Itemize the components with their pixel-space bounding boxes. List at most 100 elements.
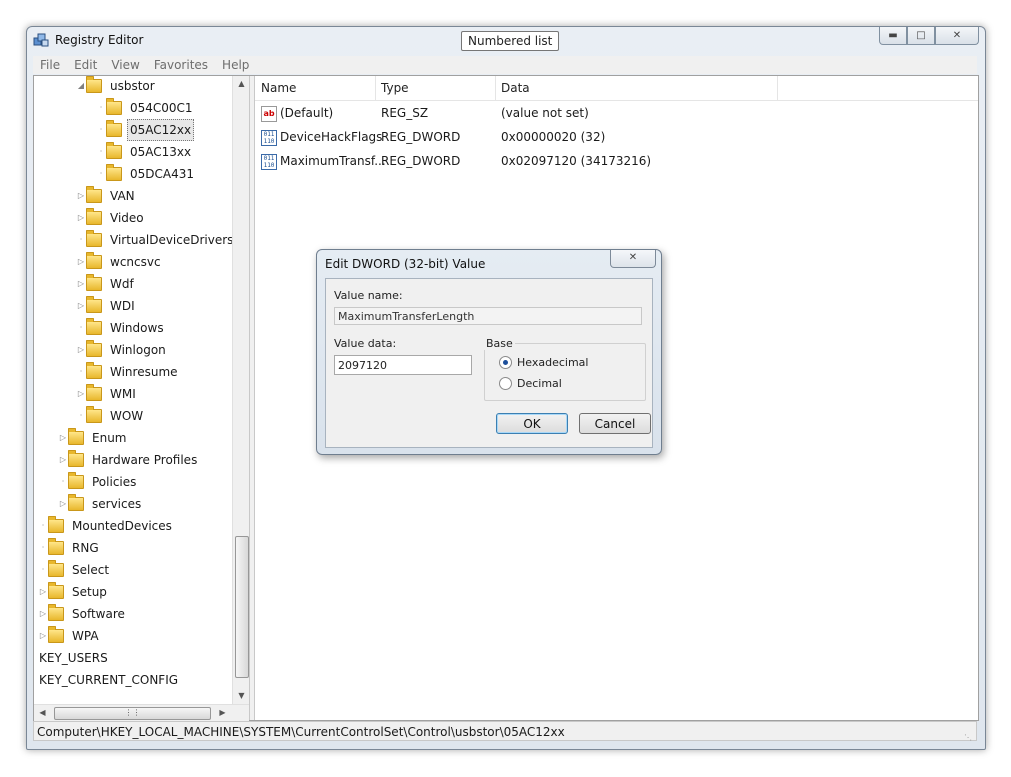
tree-item-label: VAN xyxy=(110,189,135,203)
radio-checked-icon xyxy=(499,356,512,369)
folder-icon xyxy=(48,560,64,577)
collapsed-arrow-icon[interactable]: ▷ xyxy=(38,604,48,624)
tree-item[interactable]: · Select xyxy=(38,560,112,580)
scroll-down-icon[interactable]: ▼ xyxy=(233,688,250,704)
value-data: 0x02097120 (34173216) xyxy=(501,154,652,168)
folder-icon xyxy=(48,516,64,533)
collapsed-arrow-icon[interactable]: ▷ xyxy=(58,450,68,470)
tree-item[interactable]: ▷ services xyxy=(58,494,144,514)
collapsed-arrow-icon[interactable]: ▷ xyxy=(76,186,86,206)
column-header-type[interactable]: Type xyxy=(375,76,496,100)
collapsed-arrow-icon[interactable]: ▷ xyxy=(58,428,68,448)
window-title: Registry Editor xyxy=(55,33,144,47)
binary-value-icon: 011 110 xyxy=(261,153,277,170)
folder-icon xyxy=(86,362,102,379)
folder-icon xyxy=(48,626,64,643)
tree-item[interactable]: ▷ Setup xyxy=(38,582,110,602)
folder-icon xyxy=(86,274,102,291)
collapsed-arrow-icon[interactable]: ▷ xyxy=(76,208,86,228)
registry-editor-icon xyxy=(33,33,49,47)
scroll-right-icon[interactable]: ▶ xyxy=(214,705,231,721)
value-data-input[interactable]: 2097120 xyxy=(334,355,472,375)
collapsed-arrow-icon[interactable]: ▷ xyxy=(58,494,68,514)
folder-icon xyxy=(68,494,84,511)
collapsed-arrow-icon[interactable]: ▷ xyxy=(38,582,48,602)
folder-icon xyxy=(48,604,64,621)
scroll-thumb-horizontal[interactable]: ⋮⋮ xyxy=(54,707,211,720)
collapsed-arrow-icon[interactable]: ▷ xyxy=(76,274,86,294)
tree-horizontal-scrollbar[interactable]: ◀ ⋮⋮ ▶ xyxy=(34,704,249,721)
tree-item-label: WDI xyxy=(110,299,135,313)
scroll-left-icon[interactable]: ◀ xyxy=(34,705,51,721)
tree-item[interactable]: · 05AC13xx xyxy=(96,142,194,162)
tree-item[interactable]: · VirtualDeviceDrivers xyxy=(76,230,232,250)
tree-item[interactable]: · 05DCA431 xyxy=(96,164,197,184)
tree-item-label: WPA xyxy=(72,629,99,643)
tree-item[interactable]: ▷ Wdf xyxy=(76,274,137,294)
collapsed-arrow-icon[interactable]: ▷ xyxy=(76,252,86,272)
value-data-label: Value data: xyxy=(334,337,397,350)
menu-favorites[interactable]: Favorites xyxy=(147,58,215,72)
tree-item[interactable]: ▷ WMI xyxy=(76,384,139,404)
base-label: Base xyxy=(484,337,515,350)
tree-item[interactable]: ▷ Hardware Profiles xyxy=(58,450,200,470)
tree-item[interactable]: ▷ VAN xyxy=(76,186,138,206)
value-data: 0x00000020 (32) xyxy=(501,130,606,144)
tree-item-label: 05DCA431 xyxy=(130,167,195,181)
tree-item[interactable]: · Windows xyxy=(76,318,167,338)
registry-tree: ◢ usbstor · 054C00C1 · 05AC12xx · 05AC13xx · 05DC… xyxy=(34,76,232,704)
title-bar[interactable]: Registry Editor Numbered list ▬ □ ✕ xyxy=(27,27,985,55)
folder-icon xyxy=(86,340,102,357)
dialog-close-button[interactable]: ✕ xyxy=(610,250,656,268)
expanded-arrow-icon[interactable]: ◢ xyxy=(76,76,86,96)
hexadecimal-radio[interactable]: Hexadecimal xyxy=(499,356,588,369)
tree-item[interactable]: KEY_CURRENT_CONFIG xyxy=(36,670,181,690)
resize-grip-icon[interactable]: ⋱ xyxy=(964,728,974,742)
decimal-radio[interactable]: Decimal xyxy=(499,377,562,390)
tree-item-label: Software xyxy=(72,607,125,621)
value-name: MaximumTransf... xyxy=(280,154,386,168)
menu-file[interactable]: File xyxy=(33,58,67,72)
tree-item-label: wcncsvc xyxy=(110,255,161,269)
scroll-thumb[interactable] xyxy=(235,536,249,678)
collapsed-arrow-icon[interactable]: ▷ xyxy=(76,384,86,404)
tree-item[interactable]: ▷ Winlogon xyxy=(76,340,169,360)
tree-item[interactable]: ▷ Software xyxy=(38,604,128,624)
status-bar: Computer\HKEY_LOCAL_MACHINE\SYSTEM\Curre… xyxy=(33,721,977,742)
menu-help[interactable]: Help xyxy=(215,58,256,72)
scroll-up-icon[interactable]: ▲ xyxy=(233,76,250,92)
column-header-data[interactable]: Data xyxy=(495,76,778,100)
collapsed-arrow-icon[interactable]: ▷ xyxy=(76,340,86,360)
maximize-button[interactable]: □ xyxy=(907,27,935,45)
base-group: Hexadecimal Decimal xyxy=(484,343,646,401)
collapsed-arrow-icon[interactable]: ▷ xyxy=(76,296,86,316)
tree-item[interactable]: · 054C00C1 xyxy=(96,98,196,118)
tree-item[interactable]: ▷ Enum xyxy=(58,428,129,448)
cancel-button[interactable]: Cancel xyxy=(579,413,651,434)
menu-view[interactable]: View xyxy=(104,58,146,72)
tree-item[interactable]: ◢ usbstor xyxy=(76,76,158,96)
tree-item[interactable]: ▷ Video xyxy=(76,208,147,228)
value-type: REG_DWORD xyxy=(381,154,461,168)
tree-item-label: usbstor xyxy=(110,79,155,93)
tree-vertical-scrollbar[interactable]: ▲ ▼ xyxy=(232,76,250,704)
tree-item[interactable]: · Policies xyxy=(58,472,139,492)
value-name: (Default) xyxy=(280,106,334,120)
column-header-name[interactable]: Name xyxy=(255,76,376,100)
menu-edit[interactable]: Edit xyxy=(67,58,104,72)
tree-item[interactable]: ▷ WDI xyxy=(76,296,138,316)
tree-item[interactable]: · 05AC12xx xyxy=(96,119,195,141)
minimize-button[interactable]: ▬ xyxy=(879,27,907,45)
tree-item[interactable]: · RNG xyxy=(38,538,102,558)
collapsed-arrow-icon[interactable]: ▷ xyxy=(38,626,48,646)
tree-item[interactable]: KEY_USERS xyxy=(36,648,111,668)
ok-button[interactable]: OK xyxy=(496,413,568,434)
tree-item[interactable]: · MountedDevices xyxy=(38,516,175,536)
tree-item[interactable]: ▷ wcncsvc xyxy=(76,252,164,272)
tree-item[interactable]: ▷ WPA xyxy=(38,626,102,646)
tree-item[interactable]: · Winresume xyxy=(76,362,181,382)
tree-item[interactable]: · WOW xyxy=(76,406,146,426)
folder-icon xyxy=(86,230,102,247)
close-button[interactable]: ✕ xyxy=(935,27,979,45)
tree-item-label: VirtualDeviceDrivers xyxy=(110,233,232,247)
